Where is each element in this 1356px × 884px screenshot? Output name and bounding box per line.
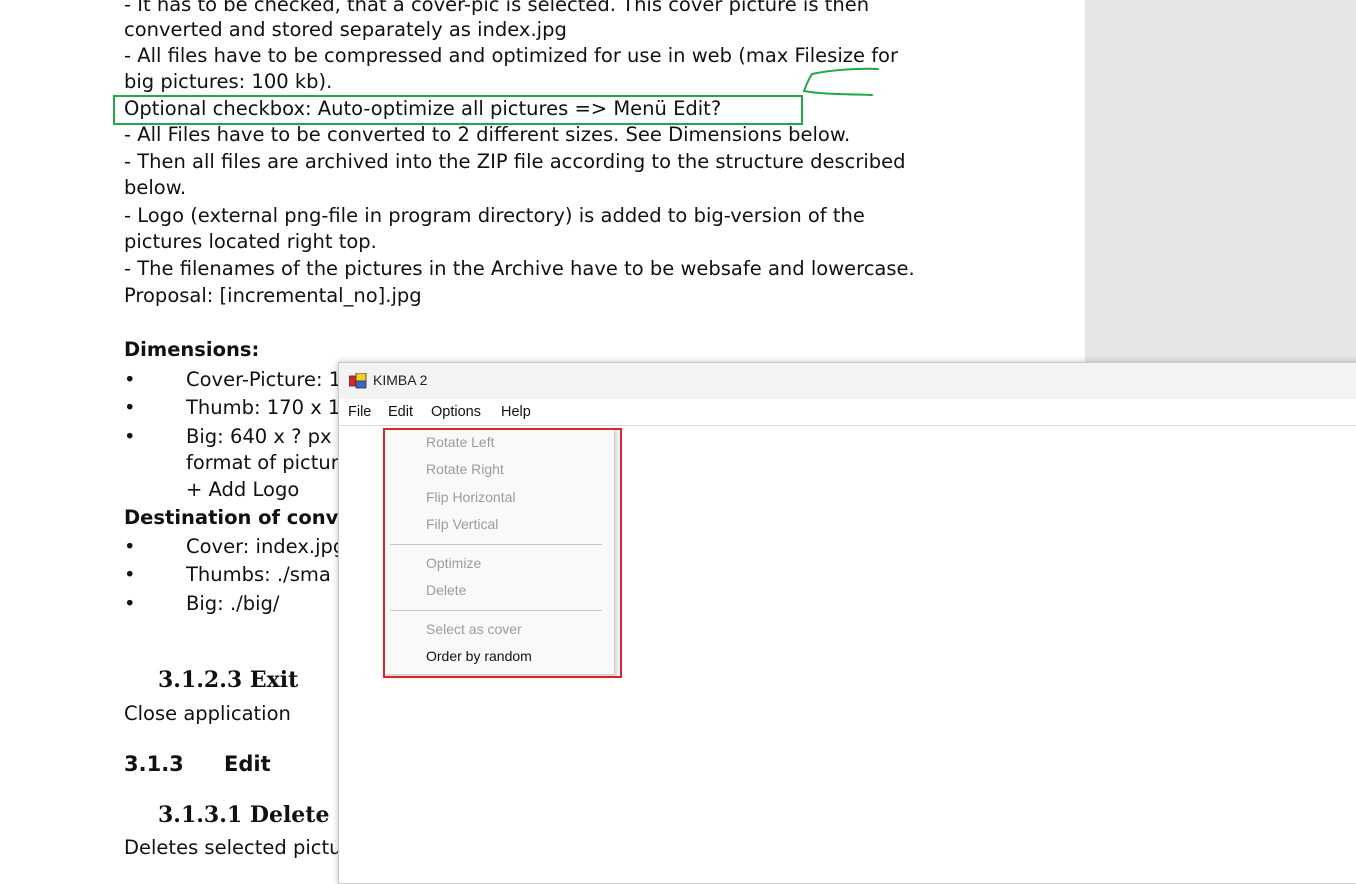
menu-bar: File Edit Options Help (339, 399, 1356, 426)
dimension-item-continued: + Add Logo (186, 478, 300, 501)
bullet-glyph: • (124, 535, 136, 558)
delete-heading: 3.1.3.1 Delete (158, 802, 330, 828)
green-arrow-annotation (803, 67, 879, 96)
dimension-item: Thumb: 170 x 12 (186, 396, 353, 419)
doc-line: - All files have to be compressed and op… (124, 44, 899, 67)
doc-line: - Logo (external png-file in program dir… (124, 204, 865, 227)
app-icon (349, 373, 367, 389)
bullet-glyph: • (124, 396, 136, 419)
bullet-glyph: • (124, 368, 136, 391)
menu-edit[interactable]: Edit (387, 404, 414, 420)
green-annotation-box (113, 95, 803, 125)
doc-line: Proposal: [incremental_no].jpg (124, 284, 422, 307)
doc-line: - Then all files are archived into the Z… (124, 150, 906, 173)
dimension-item: Cover-Picture: 1 (186, 368, 342, 391)
window-title: KIMBA 2 (373, 372, 428, 388)
menu-help[interactable]: Help (500, 404, 532, 420)
destination-item: Big: ./big/ (186, 592, 280, 615)
bullet-glyph: • (124, 425, 136, 448)
destination-heading: Destination of conve (124, 506, 352, 529)
doc-line: - All Files have to be converted to 2 di… (124, 123, 851, 146)
dimensions-heading: Dimensions: (124, 338, 260, 361)
delete-text: Deletes selected pictu (124, 836, 342, 859)
doc-line: converted and stored separately as index… (124, 18, 567, 41)
doc-line: - The filenames of the pictures in the A… (124, 257, 915, 280)
doc-line: - It has to be checked, that a cover-pic… (124, 0, 870, 16)
destination-item: Thumbs: ./sma (186, 563, 331, 586)
red-annotation-box (383, 428, 622, 678)
doc-line: big pictures: 100 kb). (124, 70, 333, 93)
dimension-item-continued: format of pictur (186, 451, 339, 474)
bullet-glyph: • (124, 563, 136, 586)
destination-item: Cover: index.jpg (186, 535, 346, 558)
edit-section-number: 3.1.3 (124, 752, 184, 776)
exit-text: Close application (124, 702, 291, 725)
title-bar[interactable]: KIMBA 2 (339, 363, 1356, 399)
dimension-item: Big: 640 x ? px (186, 425, 332, 448)
menu-file[interactable]: File (347, 404, 372, 420)
doc-line: below. (124, 176, 187, 199)
bullet-glyph: • (124, 592, 136, 615)
doc-line: pictures located right top. (124, 230, 377, 253)
edit-section-heading: Edit (224, 752, 271, 776)
exit-heading: 3.1.2.3 Exit (158, 667, 299, 693)
menu-options[interactable]: Options (430, 404, 482, 420)
